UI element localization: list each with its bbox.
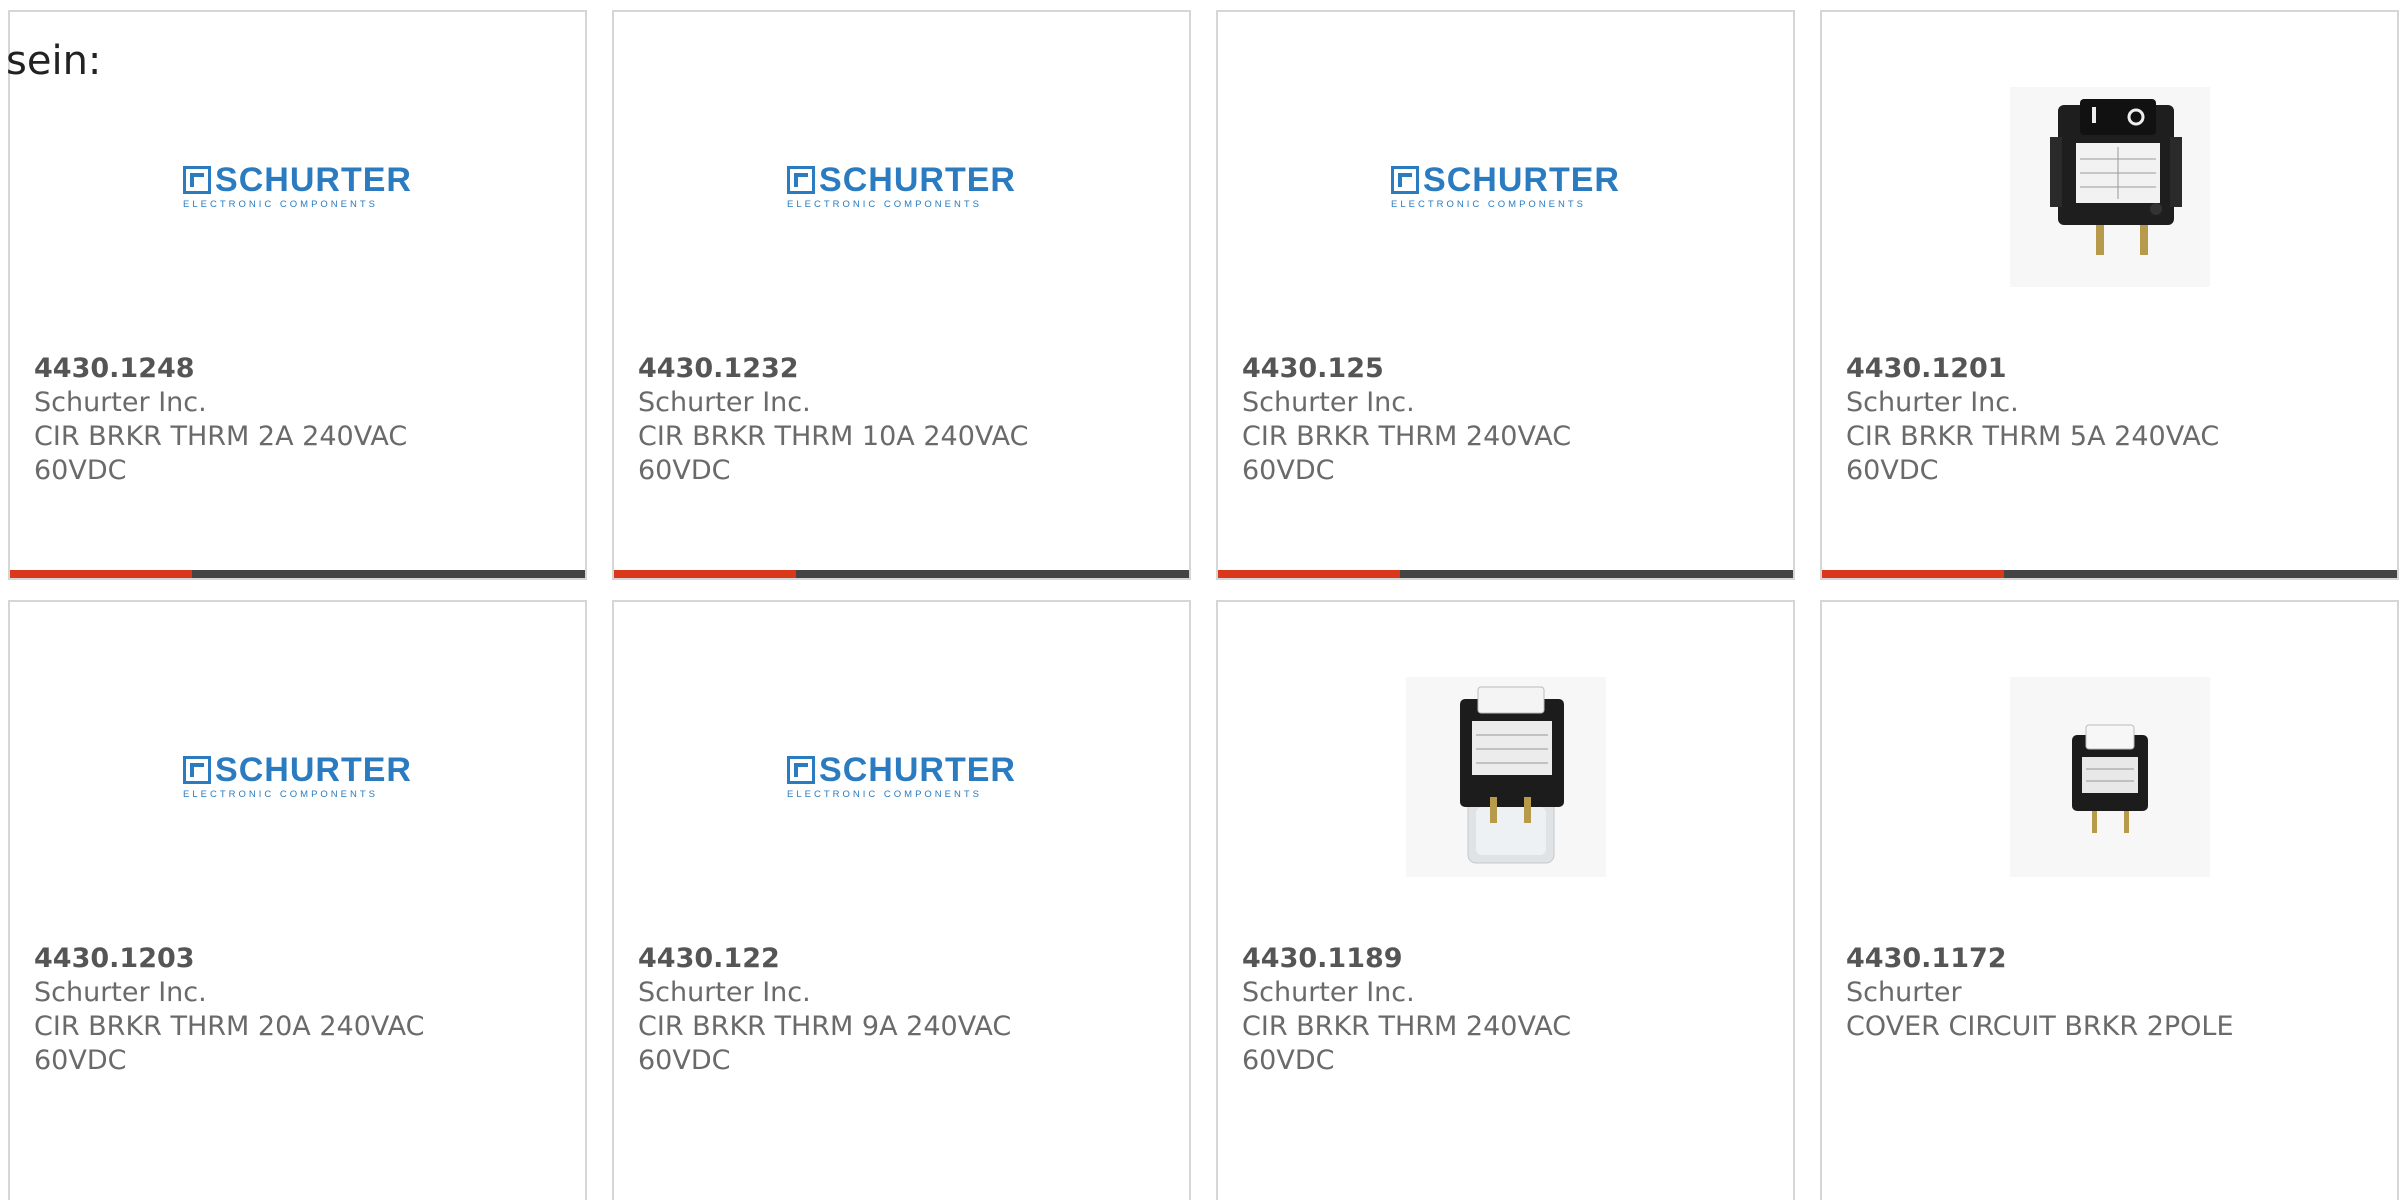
part-number-link[interactable]: 4430.1203 (34, 942, 565, 976)
card-accent-bar (1822, 570, 2397, 578)
product-card[interactable]: 4430.1201 Schurter Inc. CIR BRKR THRM 5A… (1820, 10, 2399, 580)
description: CIR BRKR THRM 240VAC 60VDC (1242, 1011, 1572, 1076)
description: CIR BRKR THRM 9A 240VAC 60VDC (638, 1011, 1012, 1076)
manufacturer: Schurter (1846, 977, 1962, 1008)
part-number-link[interactable]: 4430.125 (1242, 352, 1773, 386)
part-number-link[interactable]: 4430.1172 (1846, 942, 2377, 976)
description: COVER CIRCUIT BRKR 2POLE (1846, 1011, 2234, 1042)
product-image[interactable]: SCHURTER ELECTRONIC COMPONENTS (614, 602, 1189, 932)
part-number-link[interactable]: 4430.1232 (638, 352, 1169, 386)
rocker-breaker-photo (2009, 87, 2210, 287)
product-card[interactable]: SCHURTER ELECTRONIC COMPONENTS 4430.125 … (1216, 10, 1795, 580)
description: CIR BRKR THRM 240VAC 60VDC (1242, 421, 1572, 486)
schurter-logo: SCHURTER ELECTRONIC COMPONENTS (1391, 161, 1620, 210)
manufacturer: Schurter Inc. (34, 977, 207, 1008)
product-image[interactable] (1822, 602, 2397, 932)
product-image[interactable]: SCHURTER ELECTRONIC COMPONENTS (10, 602, 585, 932)
part-number-link[interactable]: 4430.1189 (1242, 942, 1773, 976)
schurter-logo-mark (1391, 166, 1420, 194)
schurter-logo-mark (183, 756, 212, 784)
product-card[interactable]: SCHURTER ELECTRONIC COMPONENTS 4430.1248… (8, 10, 587, 580)
product-image[interactable]: SCHURTER ELECTRONIC COMPONENTS (614, 12, 1189, 342)
breaker-with-cover-photo (1405, 677, 1606, 877)
schurter-logo: SCHURTER ELECTRONIC COMPONENTS (787, 161, 1016, 210)
card-accent-bar (614, 570, 1189, 578)
manufacturer: Schurter Inc. (638, 387, 811, 418)
product-card[interactable]: 4430.1189 Schurter Inc. CIR BRKR THRM 24… (1216, 600, 1795, 1200)
product-card[interactable]: SCHURTER ELECTRONIC COMPONENTS 4430.1232… (612, 10, 1191, 580)
description: CIR BRKR THRM 5A 240VAC 60VDC (1846, 421, 2220, 486)
manufacturer: Schurter Inc. (1846, 387, 2019, 418)
product-image[interactable] (1822, 12, 2397, 342)
schurter-logo: SCHURTER ELECTRONIC COMPONENTS (183, 161, 412, 210)
part-number-link[interactable]: 4430.122 (638, 942, 1169, 976)
schurter-logo-mark (787, 756, 816, 784)
product-card[interactable]: 4430.1172 Schurter COVER CIRCUIT BRKR 2P… (1820, 600, 2399, 1200)
description: CIR BRKR THRM 20A 240VAC 60VDC (34, 1011, 425, 1076)
part-number-link[interactable]: 4430.1201 (1846, 352, 2377, 386)
part-number-link[interactable]: 4430.1248 (34, 352, 565, 386)
schurter-logo-mark (183, 166, 212, 194)
small-breaker-photo (2009, 677, 2210, 877)
intro-text: sein: (6, 38, 102, 84)
schurter-logo: SCHURTER ELECTRONIC COMPONENTS (183, 751, 412, 800)
product-image[interactable]: SCHURTER ELECTRONIC COMPONENTS (1218, 12, 1793, 342)
card-accent-bar (10, 570, 585, 578)
manufacturer: Schurter Inc. (638, 977, 811, 1008)
schurter-logo: SCHURTER ELECTRONIC COMPONENTS (787, 751, 1016, 800)
product-card[interactable]: SCHURTER ELECTRONIC COMPONENTS 4430.122 … (612, 600, 1191, 1200)
description: CIR BRKR THRM 10A 240VAC 60VDC (638, 421, 1029, 486)
schurter-logo-mark (787, 166, 816, 194)
card-accent-bar (1218, 570, 1793, 578)
description: CIR BRKR THRM 2A 240VAC 60VDC (34, 421, 408, 486)
product-card[interactable]: SCHURTER ELECTRONIC COMPONENTS 4430.1203… (8, 600, 587, 1200)
manufacturer: Schurter Inc. (34, 387, 207, 418)
manufacturer: Schurter Inc. (1242, 387, 1415, 418)
manufacturer: Schurter Inc. (1242, 977, 1415, 1008)
product-image[interactable] (1218, 602, 1793, 932)
product-grid: SCHURTER ELECTRONIC COMPONENTS 4430.1248… (8, 10, 2407, 1200)
